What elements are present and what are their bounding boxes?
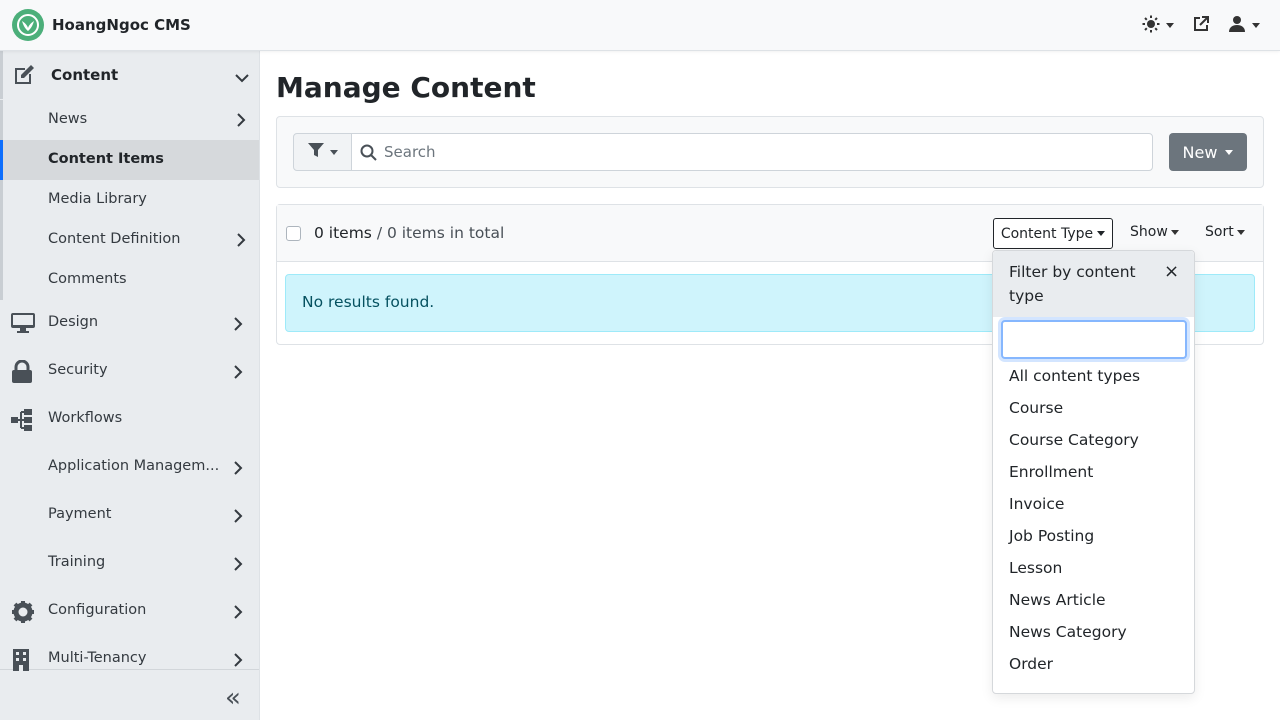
dropdown-option[interactable]: News Article xyxy=(1009,591,1106,609)
dropdown-header: Filter by content type × xyxy=(993,251,1194,317)
dropdown-option[interactable]: News Category xyxy=(1009,623,1127,641)
close-icon[interactable]: × xyxy=(1164,261,1179,282)
dropdown-option[interactable]: Lesson xyxy=(1009,559,1062,577)
chevron-right-icon xyxy=(233,461,243,479)
chevron-down-icon xyxy=(1236,229,1245,235)
sidebar-item-application-management[interactable]: Application Managem... xyxy=(0,444,259,492)
filter-icon xyxy=(307,142,324,162)
dropdown-option[interactable]: Enrollment xyxy=(1009,463,1093,481)
content-type-filter-box xyxy=(1001,320,1187,359)
sidebar-item-workflows[interactable]: Workflows xyxy=(0,396,259,444)
select-all-checkbox[interactable] xyxy=(286,226,301,241)
items-count: 0 items xyxy=(314,224,372,242)
chevron-down-icon xyxy=(1225,149,1234,155)
sidebar-item-payment[interactable]: Payment xyxy=(0,492,259,540)
sidebar-item-content[interactable]: Content xyxy=(0,51,259,99)
sidebar-item-label: News xyxy=(48,111,88,127)
dropdown-option[interactable]: Invoice xyxy=(1009,495,1064,513)
sidebar: Content News Content Items Media Library… xyxy=(0,51,260,720)
logo-icon xyxy=(12,9,44,41)
brand[interactable]: HoangNgoc CMS xyxy=(12,9,191,41)
chevron-down-icon xyxy=(1097,231,1106,236)
content-type-filter-button[interactable]: Content Type xyxy=(993,218,1113,249)
sidebar-item-security[interactable]: Security xyxy=(0,348,259,396)
cog-icon xyxy=(11,600,35,628)
chevron-down-icon xyxy=(1166,23,1174,28)
sort-button[interactable]: Sort xyxy=(1205,224,1245,240)
search-icon xyxy=(360,144,377,165)
sidebar-item-content-items[interactable]: Content Items xyxy=(0,140,259,180)
sidebar-item-comments[interactable]: Comments xyxy=(0,260,259,300)
sidebar-item-label: Configuration xyxy=(48,602,147,618)
chevron-down-icon xyxy=(235,69,249,87)
chevron-down-icon xyxy=(1252,23,1260,28)
edit-icon xyxy=(12,63,36,91)
sidebar-item-label: Content Items xyxy=(48,151,164,167)
sort-label: Sort xyxy=(1205,224,1234,240)
sidebar-item-label: Payment xyxy=(48,506,112,522)
sidebar-item-label: Workflows xyxy=(48,410,123,426)
dropdown-option[interactable]: Job Posting xyxy=(1009,527,1094,545)
search-box xyxy=(351,133,1153,171)
sidebar-item-label: Media Library xyxy=(48,191,147,207)
sitemap-icon xyxy=(11,408,35,436)
dropdown-title: Filter by content type xyxy=(1009,263,1136,305)
sidebar-item-label: Content xyxy=(51,66,119,84)
sidebar-item-design[interactable]: Design xyxy=(0,300,259,348)
sidebar-item-label: Content Definition xyxy=(48,231,181,247)
chevron-right-icon xyxy=(236,113,246,131)
chevron-right-icon xyxy=(233,557,243,575)
sidebar-item-media-library[interactable]: Media Library xyxy=(0,180,259,220)
sidebar-item-label: Comments xyxy=(48,271,127,287)
filter-button[interactable] xyxy=(293,133,352,171)
show-button[interactable]: Show xyxy=(1130,224,1179,240)
chevron-down-icon xyxy=(1170,229,1179,235)
external-link-icon xyxy=(1192,15,1210,37)
chevron-right-icon xyxy=(233,509,243,527)
sidebar-item-label: Application Managem... xyxy=(48,458,220,474)
sidebar-item-label: Multi-Tenancy xyxy=(48,650,147,666)
desktop-icon xyxy=(11,312,35,338)
dropdown-option[interactable]: Course xyxy=(1009,399,1063,417)
content-type-filter-input[interactable] xyxy=(1003,322,1185,357)
chevron-right-icon xyxy=(236,233,246,251)
empty-message: No results found. xyxy=(302,293,435,311)
sidebar-item-label: Security xyxy=(48,362,108,378)
chevron-right-icon xyxy=(233,605,243,623)
collapse-sidebar-icon[interactable]: « xyxy=(225,683,241,713)
sidebar-item-news[interactable]: News xyxy=(0,100,259,140)
dropdown-option[interactable]: Course Category xyxy=(1009,431,1139,449)
content-type-dropdown: Filter by content type × All content typ… xyxy=(992,250,1195,694)
sidebar-item-training[interactable]: Training xyxy=(0,540,259,588)
dropdown-option[interactable]: Order xyxy=(1009,655,1053,673)
top-navbar: HoangNgoc CMS xyxy=(0,0,1280,51)
app-name: HoangNgoc CMS xyxy=(52,16,191,34)
view-site-button[interactable] xyxy=(1192,15,1210,37)
chevron-right-icon xyxy=(233,653,243,671)
search-input[interactable] xyxy=(384,140,1144,164)
sidebar-item-label: Training xyxy=(48,554,106,570)
show-label: Show xyxy=(1130,224,1168,240)
item-count: 0 items / 0 items in total xyxy=(314,224,504,242)
theme-toggle-button[interactable] xyxy=(1142,15,1174,37)
content-type-label: Content Type xyxy=(1000,225,1094,242)
sidebar-item-content-definition[interactable]: Content Definition xyxy=(0,220,259,260)
page-title: Manage Content xyxy=(276,71,536,104)
items-total: / 0 items in total xyxy=(371,224,505,242)
new-button[interactable]: New xyxy=(1169,133,1247,171)
chevron-right-icon xyxy=(233,317,243,335)
user-icon xyxy=(1228,15,1246,37)
user-menu-button[interactable] xyxy=(1228,15,1260,37)
chevron-down-icon xyxy=(329,149,338,155)
sidebar-item-label: Design xyxy=(48,314,99,330)
dropdown-option[interactable]: All content types xyxy=(1009,367,1140,385)
building-icon xyxy=(11,648,31,676)
sidebar-item-configuration[interactable]: Configuration xyxy=(0,588,259,636)
sun-icon xyxy=(1142,15,1160,37)
lock-icon xyxy=(11,359,33,388)
chevron-right-icon xyxy=(233,365,243,383)
new-button-label: New xyxy=(1182,142,1218,162)
search-card: New xyxy=(276,116,1264,188)
sidebar-item-multi-tenancy[interactable]: Multi-Tenancy xyxy=(0,636,259,684)
